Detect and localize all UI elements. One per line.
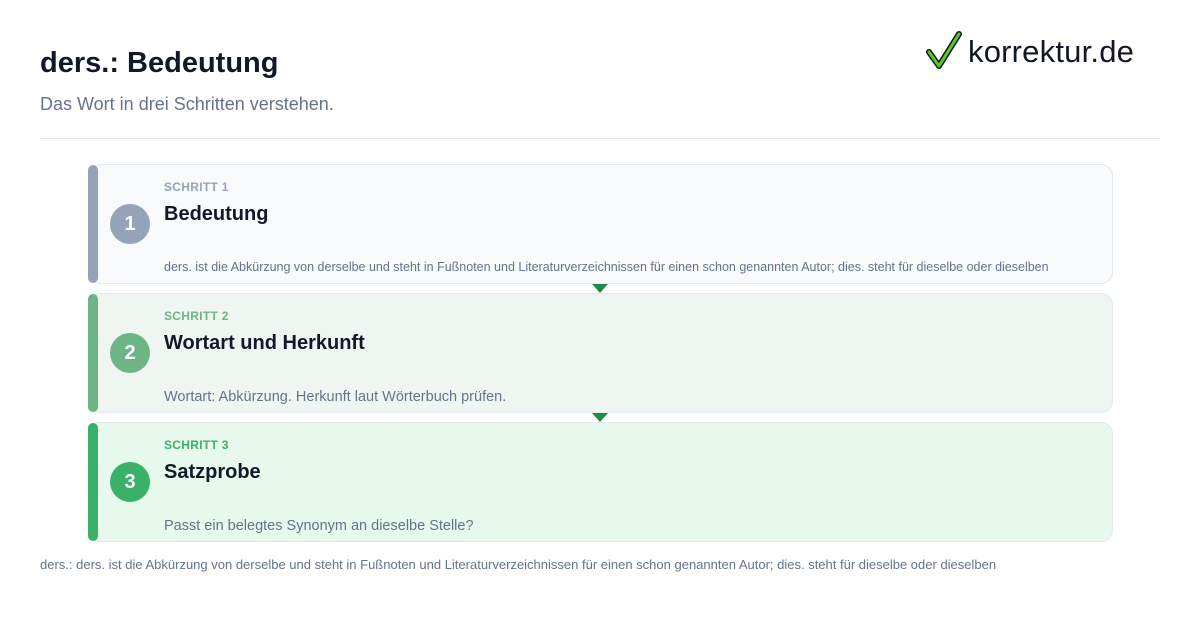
page: ders.: Bedeutung Das Wort in drei Schrit… xyxy=(0,0,1200,630)
step-card-3: 3 SCHRITT 3 Satzprobe Passt ein belegtes… xyxy=(88,422,1113,542)
page-subtitle: Das Wort in drei Schritten verstehen. xyxy=(40,94,334,114)
header-divider xyxy=(40,138,1160,139)
step-eyebrow: SCHRITT 3 xyxy=(164,438,229,452)
checkmark-icon xyxy=(926,31,962,69)
step-number-badge: 2 xyxy=(110,333,150,373)
step-eyebrow: SCHRITT 2 xyxy=(164,309,229,323)
step-heading: Wortart und Herkunft xyxy=(164,332,365,354)
step-number-badge: 3 xyxy=(110,462,150,502)
step-connector-arrow-icon xyxy=(592,284,608,293)
step-card-2: 2 SCHRITT 2 Wortart und Herkunft Wortart… xyxy=(88,293,1113,413)
step-eyebrow: SCHRITT 1 xyxy=(164,180,229,194)
step-heading: Satzprobe xyxy=(164,461,261,483)
step-connector-arrow-icon xyxy=(592,413,608,422)
brand-logo[interactable]: korrektur.de xyxy=(926,30,1134,74)
step-description: ders. ist die Abkürzung von derselbe und… xyxy=(164,260,1049,274)
step-number-badge: 1 xyxy=(110,204,150,244)
step-accent-bar xyxy=(88,294,98,412)
step-description: Wortart: Abkürzung. Herkunft laut Wörter… xyxy=(164,389,507,405)
step-description: Passt ein belegtes Synonym an dieselbe S… xyxy=(164,518,474,534)
footer-summary: ders.: ders. ist die Abkürzung von derse… xyxy=(40,557,997,572)
brand-logo-text: korrektur.de xyxy=(968,34,1135,69)
step-heading: Bedeutung xyxy=(164,203,269,225)
step-card-1: 1 SCHRITT 1 Bedeutung ders. ist die Abkü… xyxy=(88,164,1113,284)
step-accent-bar xyxy=(88,423,98,541)
step-accent-bar xyxy=(88,165,98,283)
